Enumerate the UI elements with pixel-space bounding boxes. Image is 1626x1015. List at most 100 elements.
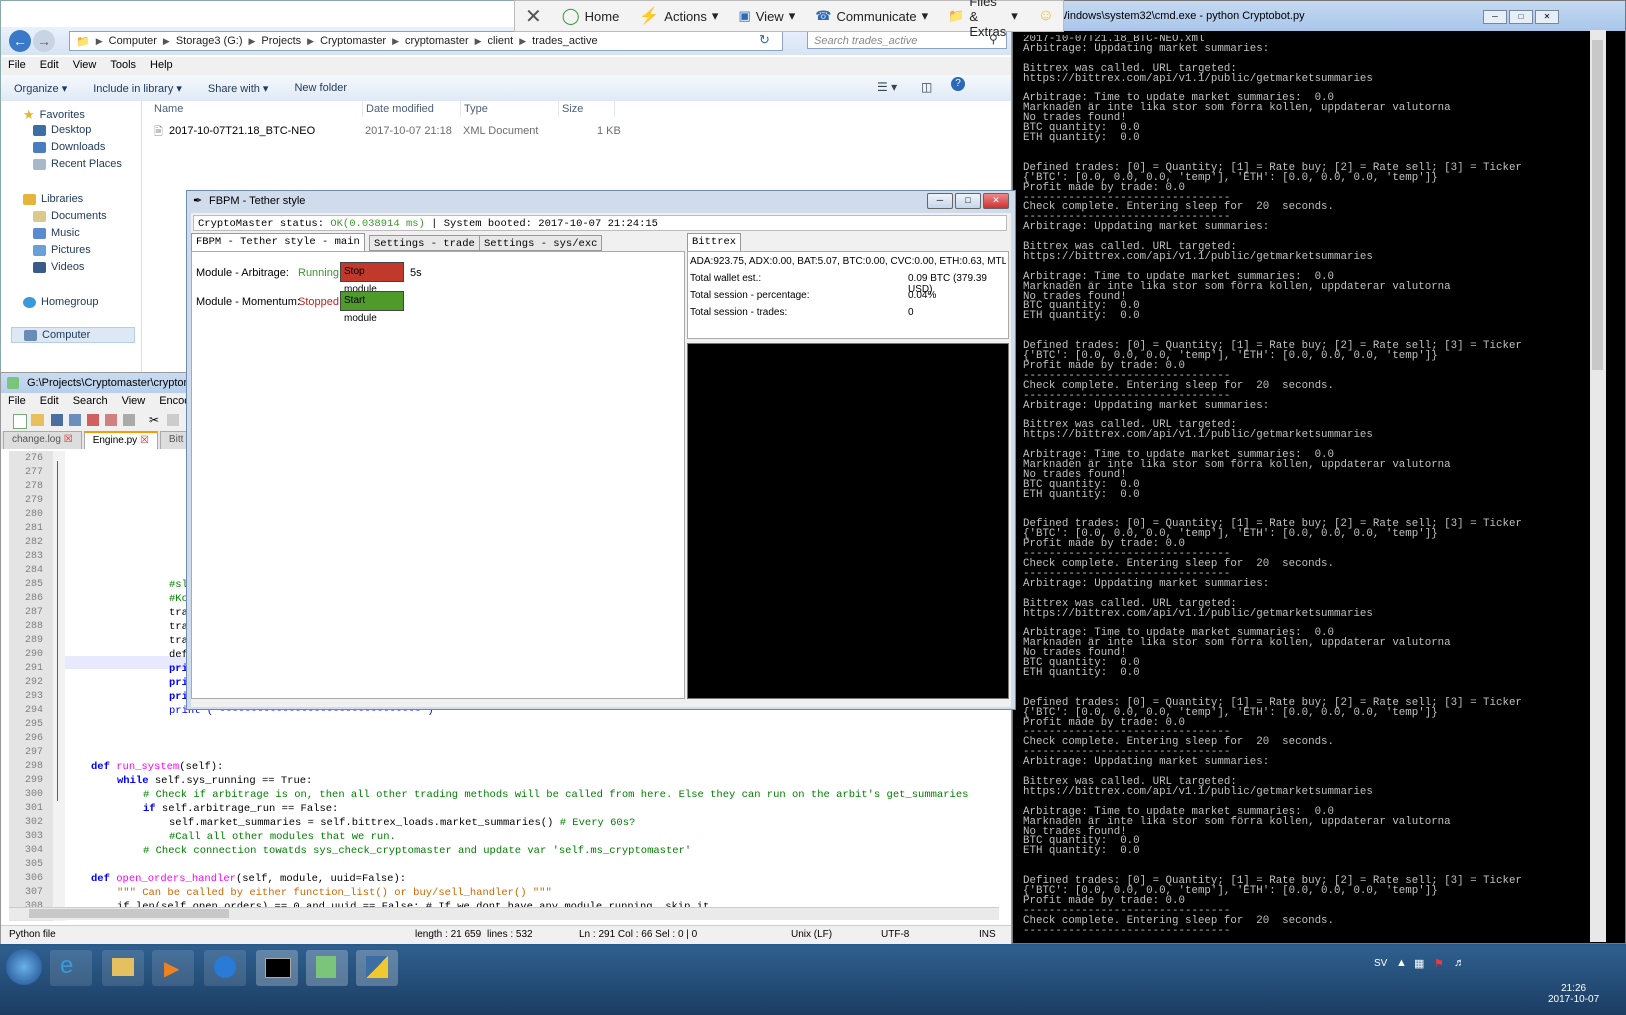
forward-button[interactable]: → xyxy=(33,30,55,52)
npp-menu-file[interactable]: File xyxy=(1,393,33,411)
internet-explorer-icon[interactable]: e xyxy=(50,950,92,986)
file-row[interactable]: 🗎 2017-10-07T21.18_BTC-NEO 2017-10-07 21… xyxy=(151,123,631,139)
minimize-button[interactable]: ─ xyxy=(1483,10,1507,24)
menu-view[interactable]: View xyxy=(66,57,104,75)
close-tab-icon[interactable]: ☒ xyxy=(64,434,73,445)
cut-icon[interactable]: ✂ xyxy=(149,413,159,427)
files-extras-button[interactable]: 📁 Files & Extras ▾ xyxy=(938,0,1028,39)
cmd-taskbar-icon[interactable] xyxy=(256,950,298,986)
notepad-plus-taskbar-icon[interactable] xyxy=(306,950,348,986)
tab-engine-py[interactable]: Engine.py ☒ xyxy=(83,431,158,449)
breadcrumb-item[interactable]: Computer xyxy=(103,35,163,47)
explorer-taskbar-icon[interactable] xyxy=(102,950,144,986)
breadcrumb-item[interactable]: client xyxy=(482,35,520,47)
nav-desktop[interactable]: Desktop xyxy=(33,124,91,136)
breadcrumb-item[interactable]: trades_active xyxy=(526,35,603,47)
communicate-button[interactable]: ☎ Communicate ▾ xyxy=(805,8,938,24)
scroll-thumb[interactable] xyxy=(1592,40,1603,370)
help-icon[interactable]: ? xyxy=(951,77,965,91)
tab-settings-trade[interactable]: Settings - trade xyxy=(369,235,480,251)
menu-tools[interactable]: Tools xyxy=(103,57,143,75)
maximize-button[interactable]: □ xyxy=(955,193,981,209)
close-file-icon[interactable] xyxy=(87,414,99,426)
xml-file-icon: 🗎 xyxy=(154,126,163,138)
breadcrumb-item[interactable]: Projects xyxy=(255,35,307,47)
menu-edit[interactable]: Edit xyxy=(33,57,66,75)
close-button[interactable]: ✕ xyxy=(1535,10,1559,24)
save-icon[interactable] xyxy=(51,414,63,426)
view-options-icon[interactable]: ☰ ▾ xyxy=(877,80,897,94)
home-button[interactable]: ◯ Home xyxy=(552,6,630,26)
npp-menu-view[interactable]: View xyxy=(115,393,153,411)
open-file-icon[interactable] xyxy=(31,414,44,426)
save-all-icon[interactable] xyxy=(69,414,81,426)
nav-videos[interactable]: Videos xyxy=(33,261,84,273)
nav-music[interactable]: Music xyxy=(33,227,80,239)
column-type[interactable]: Type xyxy=(461,101,559,117)
tab-main[interactable]: FBPM - Tether style - main xyxy=(191,233,365,251)
nav-homegroup[interactable]: Homegroup xyxy=(23,296,98,308)
volume-icon[interactable]: ♬ xyxy=(1454,957,1465,969)
close-tab-icon[interactable]: ☒ xyxy=(140,435,149,446)
smiley-icon[interactable]: ☺ xyxy=(1028,7,1064,25)
print-icon[interactable] xyxy=(123,414,135,426)
tray-expand-icon[interactable]: ▲ xyxy=(1396,957,1407,969)
nav-documents[interactable]: Documents xyxy=(33,210,107,222)
maximize-button[interactable]: □ xyxy=(1509,10,1533,24)
breadcrumb-item[interactable]: Storage3 (G:) xyxy=(170,35,249,47)
cmd-scrollbar[interactable] xyxy=(1590,30,1606,942)
minimize-button[interactable]: ─ xyxy=(927,193,953,209)
refresh-icon[interactable]: ↻ xyxy=(759,32,770,48)
teamviewer-icon[interactable] xyxy=(204,950,246,986)
close-button[interactable]: ✕ xyxy=(983,193,1009,209)
actions-button[interactable]: ⚡ Actions ▾ xyxy=(629,6,728,26)
session-trades-value: 0 xyxy=(908,307,914,318)
close-all-icon[interactable] xyxy=(105,414,117,426)
console-output[interactable]: 2017-10-07T21.18_BTC-NEO.xml Arbitrage: … xyxy=(1023,35,1563,940)
action-center-icon[interactable]: ⚑ xyxy=(1434,957,1444,970)
breadcrumb-item[interactable]: cryptomaster xyxy=(399,35,475,47)
organize-button[interactable]: Organize ▾ xyxy=(1,82,80,95)
system-clock[interactable]: 21:26 2017-10-07 xyxy=(1548,983,1599,1005)
back-button[interactable]: ← xyxy=(9,30,31,52)
copy-icon[interactable] xyxy=(167,414,179,426)
nav-recent[interactable]: Recent Places xyxy=(33,158,122,170)
scroll-thumb[interactable] xyxy=(29,909,229,918)
include-library-button[interactable]: Include in library ▾ xyxy=(80,82,195,95)
column-size[interactable]: Size xyxy=(559,101,615,117)
address-bar[interactable]: 📁 ▶ Computer ▶ Storage3 (G:) ▶ Projects … xyxy=(69,31,783,51)
menu-file[interactable]: File xyxy=(1,57,33,75)
column-name[interactable]: Name xyxy=(151,101,363,117)
status-ins: INS xyxy=(979,929,996,940)
breadcrumb-item[interactable]: Cryptomaster xyxy=(314,35,392,47)
nav-libraries[interactable]: Libraries xyxy=(23,193,83,205)
close-session-button[interactable]: ✕ xyxy=(515,4,552,29)
tab-change-log[interactable]: change.log ☒ xyxy=(3,431,82,449)
new-folder-button[interactable]: New folder xyxy=(281,82,360,94)
column-date[interactable]: Date modified xyxy=(363,101,461,117)
new-file-icon[interactable] xyxy=(13,414,27,429)
share-with-button[interactable]: Share with ▾ xyxy=(195,82,282,95)
language-indicator[interactable]: SV xyxy=(1374,958,1387,969)
media-player-icon[interactable]: ▶ xyxy=(152,950,194,986)
explorer-menubar: File Edit View Tools Help xyxy=(1,57,1011,75)
npp-menu-search[interactable]: Search xyxy=(66,393,115,411)
npp-menu-edit[interactable]: Edit xyxy=(33,393,66,411)
tab-bittrex[interactable]: Bittrex xyxy=(687,233,742,251)
status-position: Ln : 291 Col : 66 Sel : 0 | 0 xyxy=(579,929,698,940)
start-module-button[interactable]: Start module xyxy=(340,291,404,324)
nav-computer[interactable]: Computer xyxy=(11,327,135,343)
nav-favorites[interactable]: ★ Favorites xyxy=(23,107,85,123)
start-button[interactable] xyxy=(6,949,42,985)
network-icon[interactable]: ▦ xyxy=(1414,957,1424,970)
code-line: def open_orders_handler(self, module, uu… xyxy=(91,873,407,885)
view-button[interactable]: ▣ View ▾ xyxy=(728,8,805,24)
nav-downloads[interactable]: Downloads xyxy=(33,141,105,153)
preview-pane-icon[interactable]: ◫ xyxy=(921,80,932,94)
horizontal-scrollbar[interactable] xyxy=(9,907,999,920)
menu-help[interactable]: Help xyxy=(143,57,180,75)
nav-pictures[interactable]: Pictures xyxy=(33,244,91,256)
stop-module-button[interactable]: Stop module xyxy=(340,262,404,295)
python-taskbar-icon[interactable] xyxy=(356,950,398,986)
tab-settings-sys[interactable]: Settings - sys/exc xyxy=(479,235,603,251)
